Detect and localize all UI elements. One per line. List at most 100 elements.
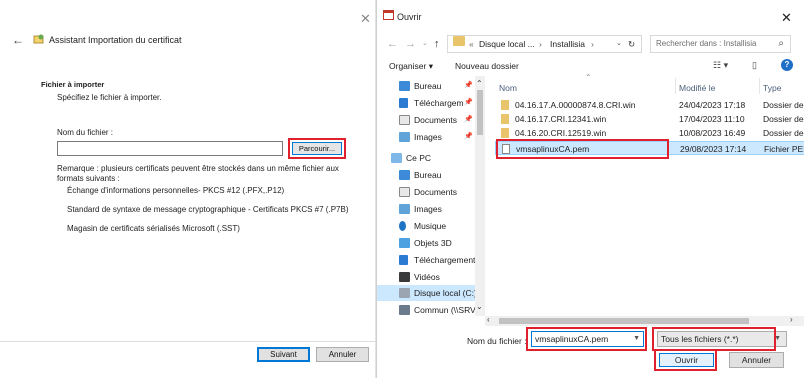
search-placeholder: Rechercher dans : Installisia [656, 39, 757, 48]
cancel-button[interactable]: Annuler [729, 352, 784, 368]
filename-input[interactable] [57, 141, 283, 156]
file-row[interactable]: 04.16.17.A.00000874.8.CRI.win 24/04/2023… [495, 98, 804, 112]
format-item: Échange d'informations personnelles- PKC… [67, 186, 285, 195]
dialog-titlebar: Ouvrir ✕ [377, 0, 804, 28]
column-divider[interactable] [759, 78, 760, 94]
help-icon[interactable]: ? [781, 59, 793, 71]
breadcrumb-separator: › [591, 39, 594, 49]
file-name: 04.16.17.CRI.12341.win [515, 114, 607, 124]
breadcrumb-overflow[interactable]: « [469, 36, 474, 52]
scrollbar-thumb[interactable] [477, 90, 483, 135]
scroll-left-icon[interactable]: ‹ [487, 315, 490, 324]
nav-item-label: Téléchargeme [414, 98, 464, 108]
downloads-icon [399, 98, 408, 108]
address-bar[interactable]: « Disque local ... › Installisia › ⌄ ↻ [447, 35, 642, 53]
file-type: Dossier de fichiers [763, 100, 804, 110]
file-row[interactable]: 04.16.20.CRI.12519.win 10/08/2023 16:49 … [495, 126, 804, 140]
preview-pane-icon[interactable]: ▯ [752, 60, 757, 71]
scroll-up-icon[interactable]: ⌃ [476, 79, 483, 88]
cancel-button[interactable]: Annuler [316, 347, 369, 362]
file-row[interactable]: 04.16.17.CRI.12341.win 17/04/2023 11:10 … [495, 112, 804, 126]
browse-button[interactable]: Parcourir... [292, 142, 342, 155]
chevron-down-icon[interactable]: ⌄ [616, 36, 622, 52]
up-arrow-icon[interactable]: ↑ [434, 35, 440, 53]
pin-icon: 📌 [464, 82, 473, 89]
nav-item-documents[interactable]: Documents [399, 184, 475, 200]
close-icon[interactable]: ✕ [360, 11, 371, 27]
videos-icon [399, 272, 410, 282]
sort-ascending-icon: ⌃ [585, 73, 592, 82]
breadcrumb-item[interactable]: Disque local ... [479, 36, 535, 52]
nav-item-objets-3d[interactable]: Objets 3D [399, 235, 475, 251]
filename-label: Nom du fichier : [467, 336, 527, 346]
file-modified: 24/04/2023 17:18 [679, 100, 746, 110]
formats-note: Remarque : plusieurs certificats peuvent… [57, 164, 339, 183]
back-arrow-icon[interactable]: ← [12, 33, 24, 47]
nav-item-commun[interactable]: Commun (\\SRV [399, 302, 475, 318]
documents-icon [399, 115, 410, 125]
highlight-box [496, 139, 669, 159]
scroll-down-icon[interactable]: ⌄ [476, 302, 483, 311]
forward-icon[interactable]: → [405, 35, 416, 53]
downloads-icon [399, 255, 408, 265]
column-divider[interactable] [675, 78, 676, 94]
dialog-title: Ouvrir [397, 12, 422, 22]
section-subtitle: Spécifiez le fichier à importer. [57, 93, 162, 102]
horizontal-scrollbar[interactable]: ‹ › [485, 315, 804, 326]
computer-icon [391, 153, 402, 163]
search-input[interactable]: Rechercher dans : Installisia ⌕ [650, 35, 791, 53]
nav-item-label: Documents [414, 187, 457, 197]
breadcrumb-item[interactable]: Installisia [550, 36, 585, 52]
nav-item-images[interactable]: Images [399, 201, 475, 217]
nav-item-label: Vidéos [414, 272, 440, 282]
documents-icon [399, 187, 410, 197]
section-heading: Fichier à importer [41, 80, 105, 89]
file-type: Fichier PEM [764, 144, 804, 154]
pictures-icon [399, 204, 410, 214]
divider [0, 341, 376, 342]
nav-item-musique[interactable]: Musique [399, 218, 475, 234]
organize-menu[interactable]: Organiser ▾ [389, 61, 433, 72]
desktop-icon [399, 81, 410, 91]
nav-item-label: Commun (\\SRV [414, 305, 475, 315]
nav-item-ce-pc[interactable]: Ce PC [391, 150, 475, 166]
highlight-box [526, 327, 647, 351]
wizard-title: Assistant Importation du certificat [49, 35, 182, 45]
pin-icon: 📌 [464, 116, 473, 123]
scroll-right-icon[interactable]: › [790, 315, 793, 324]
highlight-box [654, 349, 717, 371]
certificate-wizard-icon [33, 34, 44, 44]
back-icon[interactable]: ← [387, 35, 398, 53]
close-icon[interactable]: ✕ [781, 10, 792, 26]
format-item: Standard de syntaxe de message cryptogra… [67, 205, 349, 214]
nav-item-telechargement[interactable]: Téléchargement [399, 252, 475, 268]
navigation-scrollbar[interactable]: ⌃ ⌄ [475, 76, 485, 316]
nav-item-videos[interactable]: Vidéos [399, 269, 475, 285]
column-header-type[interactable]: Type [763, 83, 781, 93]
next-button[interactable]: Suivant [257, 347, 310, 362]
nav-item-bureau[interactable]: Bureau [399, 167, 475, 183]
file-type: Dossier de fichiers [763, 128, 804, 138]
column-header-name[interactable]: Nom [499, 83, 517, 93]
nav-item-label: Documents [414, 115, 457, 125]
view-options-icon[interactable]: ☷ ▾ [713, 60, 728, 71]
nav-item-telechargements[interactable]: Téléchargeme [399, 95, 464, 111]
file-name: 04.16.20.CRI.12519.win [515, 128, 607, 138]
nav-item-label: Images [414, 132, 442, 142]
file-modified: 17/04/2023 11:10 [679, 114, 745, 124]
nav-item-disque-local[interactable]: Disque local (C:) [377, 285, 475, 301]
scrollbar-thumb[interactable] [499, 318, 749, 324]
format-item: Magasin de certificats sérialisés Micros… [67, 224, 240, 233]
refresh-icon[interactable]: ↻ [628, 36, 635, 52]
desktop-icon [399, 170, 410, 180]
nav-item-label: Bureau [414, 81, 442, 91]
organize-label: Organiser [389, 61, 427, 71]
column-header-modified[interactable]: Modifié le [679, 83, 715, 93]
new-folder-button[interactable]: Nouveau dossier [455, 61, 519, 71]
highlight-box [652, 327, 776, 351]
filename-label: Nom du fichier : [57, 128, 114, 137]
nav-item-label: Images [414, 204, 442, 214]
nav-item-label: Disque local (C:) [414, 288, 475, 298]
chevron-down-icon[interactable]: ⌄ [422, 35, 428, 53]
folder-icon [501, 100, 509, 110]
